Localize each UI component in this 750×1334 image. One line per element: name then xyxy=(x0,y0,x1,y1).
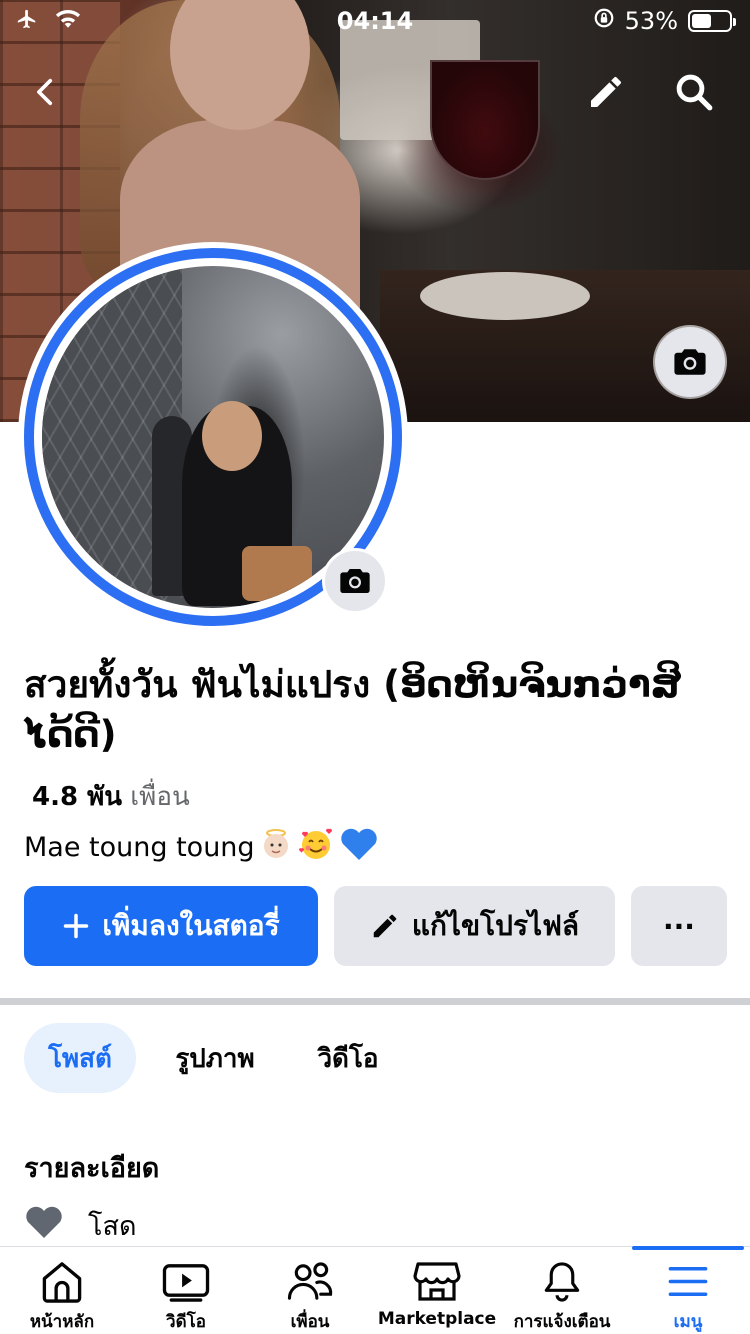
tab-posts[interactable]: โพสต์ xyxy=(24,1023,136,1093)
battery-percent: 53% xyxy=(624,7,678,35)
tab-photos[interactable]: รูปภาพ xyxy=(160,1023,270,1093)
camera-icon xyxy=(674,349,706,375)
profile-bio: Mae toung toung xyxy=(24,826,379,869)
add-to-story-label: เพิ่มลงในสตอรี่ xyxy=(102,909,280,942)
profile-name: สวยทั้งวัน ฟันไม่แปรง (ອິດຫິນຈິນກວ່າສິໄດ… xyxy=(24,663,682,756)
friends-count-value: 4.8 พัน xyxy=(32,782,123,812)
tab-videos[interactable]: วิดีโอ xyxy=(298,1023,398,1093)
bottom-navigation: หน้าหลัก วิดีโอ เพื่อน Marketplace การแจ… xyxy=(0,1246,750,1334)
section-divider xyxy=(0,998,750,1005)
smiling-hearts-emoji-icon xyxy=(297,826,335,869)
nav-friends[interactable]: เพื่อน xyxy=(258,1247,362,1334)
plus-icon xyxy=(64,913,89,939)
nav-marketplace[interactable]: Marketplace xyxy=(372,1247,502,1334)
more-dots-icon: ··· xyxy=(663,909,695,943)
add-to-story-button[interactable]: เพิ่มลงในสตอรี่ xyxy=(24,886,318,966)
nav-notifications[interactable]: การแจ้งเตือน xyxy=(510,1247,614,1334)
pencil-icon xyxy=(591,76,621,107)
status-bar: 04:14 53% xyxy=(0,0,750,40)
cover-camera-button[interactable] xyxy=(655,327,725,397)
nav-menu[interactable]: เมนู xyxy=(632,1247,744,1334)
baby-angel-emoji-icon xyxy=(259,827,293,868)
friends-label: เพื่อน xyxy=(130,782,190,812)
relationship-value: โสด xyxy=(88,1211,137,1242)
blue-heart-emoji-icon xyxy=(339,826,379,869)
heart-icon xyxy=(24,1204,64,1247)
battery-icon xyxy=(688,10,736,32)
orientation-lock-icon xyxy=(593,7,615,35)
video-icon xyxy=(162,1264,210,1302)
camera-icon xyxy=(340,569,370,593)
search-button[interactable] xyxy=(662,60,726,124)
edit-cover-button[interactable] xyxy=(574,60,638,124)
nav-home-label: หน้าหลัก xyxy=(29,1312,95,1332)
bell-icon xyxy=(544,1262,580,1302)
profile-page: 04:14 53% สวยทั้งวัน ฟันไม่แปรง (ອິດຫິນຈ… xyxy=(0,0,750,1334)
chevron-left-icon xyxy=(37,78,53,106)
edit-profile-button[interactable]: แก้ไขโปรไฟล์ xyxy=(334,886,615,966)
edit-profile-label: แก้ไขโปรไฟล์ xyxy=(411,909,580,942)
friends-icon xyxy=(287,1262,333,1300)
details-heading: รายละเอียด xyxy=(24,1153,160,1184)
pencil-icon xyxy=(373,914,397,938)
home-icon xyxy=(42,1262,82,1303)
friends-count[interactable]: 4.8 พัน เพื่อน xyxy=(32,776,190,817)
nav-video[interactable]: วิดีโอ xyxy=(134,1247,238,1334)
more-options-button[interactable]: ··· xyxy=(631,886,727,966)
back-button[interactable] xyxy=(14,60,78,124)
nav-friends-label: เพื่อน xyxy=(290,1312,330,1332)
nav-video-label: วิดีโอ xyxy=(166,1312,206,1332)
relationship-status: โสด xyxy=(24,1204,137,1247)
avatar-camera-button[interactable] xyxy=(322,548,388,614)
marketplace-icon xyxy=(413,1262,461,1301)
bio-text: Mae toung toung xyxy=(24,832,255,863)
search-icon xyxy=(676,74,713,111)
nav-notifications-label: การแจ้งเตือน xyxy=(513,1312,611,1332)
menu-icon xyxy=(668,1267,708,1296)
nav-menu-label: เมนู xyxy=(673,1312,703,1332)
nav-home[interactable]: หน้าหลัก xyxy=(10,1247,114,1334)
nav-marketplace-label: Marketplace xyxy=(377,1309,497,1329)
